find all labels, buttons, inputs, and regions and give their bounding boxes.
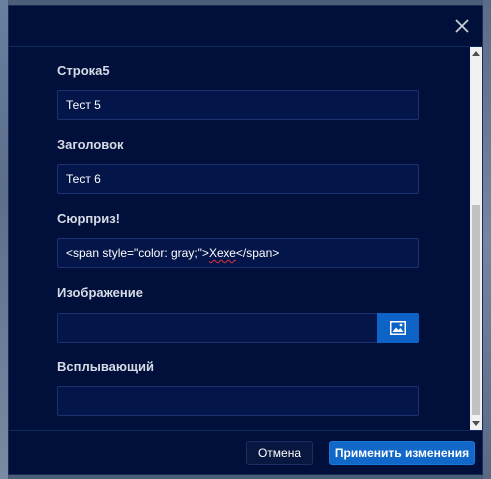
image-icon bbox=[390, 321, 406, 335]
dialog-body: Строка5 Тест 5 Заголовок Тест 6 Сюрприз!… bbox=[9, 47, 482, 430]
scroll-thumb[interactable] bbox=[472, 205, 480, 415]
dialog-footer: Отмена Применить изменения bbox=[9, 430, 482, 474]
scroll-down-icon[interactable] bbox=[472, 421, 480, 426]
image-input[interactable] bbox=[57, 313, 377, 343]
close-icon bbox=[455, 19, 469, 33]
field-label-title: Заголовок bbox=[57, 137, 124, 152]
body-scrollbar[interactable] bbox=[470, 47, 482, 430]
line5-input[interactable]: Тест 5 bbox=[57, 90, 419, 120]
field-label-popup: Всплывающий bbox=[57, 359, 154, 374]
surprise-value-misspelled: Хехе bbox=[208, 246, 236, 260]
field-label-surprise: Сюрприз! bbox=[57, 211, 121, 226]
backdrop-left bbox=[0, 0, 8, 479]
scroll-up-icon[interactable] bbox=[472, 51, 480, 56]
surprise-input[interactable]: <span style="color: gray;">Хехе</span> bbox=[57, 238, 419, 268]
title-input[interactable]: Тест 6 bbox=[57, 164, 419, 194]
popup-input[interactable] bbox=[57, 386, 419, 416]
field-label-image: Изображение bbox=[57, 285, 143, 300]
edit-dialog: Строка5 Тест 5 Заголовок Тест 6 Сюрприз!… bbox=[8, 5, 483, 475]
image-picker-button[interactable] bbox=[377, 313, 419, 343]
field-label-line5: Строка5 bbox=[57, 63, 110, 78]
apply-changes-button[interactable]: Применить изменения bbox=[329, 441, 475, 465]
close-button[interactable] bbox=[452, 16, 472, 36]
cancel-button[interactable]: Отмена bbox=[246, 441, 313, 465]
backdrop-right bbox=[483, 0, 491, 479]
surprise-value-suffix: </span> bbox=[235, 246, 280, 260]
surprise-value-prefix: <span style="color: gray;"> bbox=[66, 246, 209, 260]
dialog-header bbox=[9, 6, 482, 47]
